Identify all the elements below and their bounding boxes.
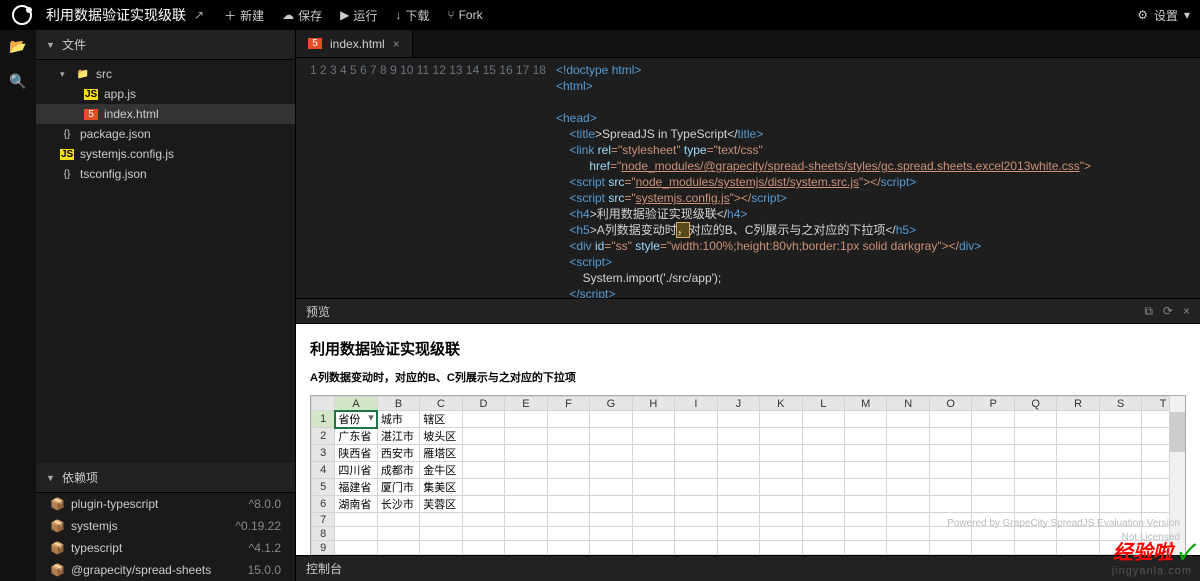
save-button[interactable]: ☁保存 (282, 7, 322, 24)
dep-version: 15.0.0 (248, 563, 281, 577)
settings-menu[interactable]: ⚙ 设置 ▾ (1137, 7, 1190, 24)
console-header[interactable]: 控制台 (296, 555, 1200, 581)
activity-bar: 📂 🔍 (0, 30, 36, 581)
file-systemjs-config-label: systemjs.config.js (80, 147, 174, 161)
scrollbar-thumb[interactable] (1170, 412, 1185, 452)
refresh-icon[interactable]: ⟳ (1163, 304, 1173, 319)
code-editor[interactable]: 1 2 3 4 5 6 7 8 9 10 11 12 13 14 15 16 1… (296, 58, 1200, 298)
preview-label: 预览 (306, 303, 330, 320)
preview-body: 利用数据验证实现级联 A列数据变动时，对应的B、C列展示与之对应的下拉项 ABC… (296, 324, 1200, 555)
file-app-js-label: app.js (104, 87, 136, 101)
logo-icon (10, 3, 34, 27)
eval-line2: Not Licensed (947, 531, 1180, 545)
tab-close-icon[interactable]: × (393, 37, 400, 51)
fork-button[interactable]: ⑂Fork (447, 7, 482, 24)
settings-label: 设置 (1154, 7, 1178, 24)
tab-index-html[interactable]: 5index.html× (296, 30, 413, 57)
download-button[interactable]: ↓下载 (395, 7, 429, 24)
preview-subheading: A列数据变动时，对应的B、C列展示与之对应的下拉项 (310, 369, 1186, 385)
editor-tabs: 5index.html× (296, 30, 1200, 58)
run-button[interactable]: ▶运行 (340, 7, 377, 24)
dep-name: systemjs (71, 519, 118, 533)
run-label: 运行 (353, 7, 377, 24)
new-label: 新建 (240, 7, 264, 24)
file-tsconfig-json-label: tsconfig.json (80, 167, 147, 181)
file-tree: ▾📁src JSapp.js 5index.html {}package.jso… (36, 60, 295, 188)
preview-tools: ⧉ ⟳ × (1144, 304, 1190, 319)
folder-src[interactable]: ▾📁src (36, 64, 295, 84)
dep-version: ^4.1.2 (249, 541, 281, 555)
external-link-icon[interactable]: ↗ (194, 8, 204, 22)
file-index-html-label: index.html (104, 107, 159, 121)
file-index-html[interactable]: 5index.html (36, 104, 295, 124)
code-body[interactable]: <!doctype html> <html> <head> <title>Spr… (556, 58, 1091, 298)
console-label: 控制台 (306, 560, 342, 577)
open-new-window-icon[interactable]: ⧉ (1144, 304, 1153, 319)
tab-label: index.html (330, 37, 385, 51)
dep-typescript[interactable]: 📦typescript^4.1.2 (36, 537, 295, 559)
dep-plugin-typescript[interactable]: 📦plugin-typescript^8.0.0 (36, 493, 295, 515)
close-preview-icon[interactable]: × (1183, 304, 1190, 319)
dep-systemjs[interactable]: 📦systemjs^0.19.22 (36, 515, 295, 537)
new-button[interactable]: ＋新建 (224, 7, 264, 24)
download-label: 下载 (405, 7, 429, 24)
evaluation-watermark: Powered by GrapeCity SpreadJS Evaluation… (947, 517, 1180, 545)
dep-version: ^0.19.22 (235, 519, 281, 533)
deps-panel-header[interactable]: ▼依赖项 (36, 463, 295, 493)
top-actions: ＋新建 ☁保存 ▶运行 ↓下载 ⑂Fork (224, 7, 483, 24)
fork-label: Fork (459, 8, 483, 22)
preview-header: 预览 ⧉ ⟳ × (296, 298, 1200, 324)
save-label: 保存 (298, 7, 322, 24)
dep-version: ^8.0.0 (249, 497, 281, 511)
eval-line1: Powered by GrapeCity SpreadJS Evaluation… (947, 517, 1180, 531)
file-package-json[interactable]: {}package.json (36, 124, 295, 144)
deps-panel-label: 依赖项 (62, 469, 98, 486)
content-area: 5index.html× 1 2 3 4 5 6 7 8 9 10 11 12 … (296, 30, 1200, 581)
folder-src-label: src (96, 67, 112, 81)
files-panel-label: 文件 (62, 36, 86, 53)
file-app-js[interactable]: JSapp.js (36, 84, 295, 104)
file-tsconfig-json[interactable]: {}tsconfig.json (36, 164, 295, 184)
dep-spread-sheets[interactable]: 📦@grapecity/spread-sheets15.0.0 (36, 559, 295, 581)
preview-heading: 利用数据验证实现级联 (310, 338, 1186, 359)
sidebar: ▼文件 ▾📁src JSapp.js 5index.html {}package… (36, 30, 296, 581)
line-gutter: 1 2 3 4 5 6 7 8 9 10 11 12 13 14 15 16 1… (296, 58, 556, 298)
search-tab-icon[interactable]: 🔍 (9, 73, 26, 90)
file-systemjs-config[interactable]: JSsystemjs.config.js (36, 144, 295, 164)
file-package-json-label: package.json (80, 127, 151, 141)
project-title: 利用数据验证实现级联 (46, 5, 186, 25)
top-bar: 利用数据验证实现级联 ↗ ＋新建 ☁保存 ▶运行 ↓下载 ⑂Fork ⚙ 设置 … (0, 0, 1200, 30)
files-tab-icon[interactable]: 📂 (9, 38, 26, 55)
files-panel-header[interactable]: ▼文件 (36, 30, 295, 60)
dependencies-panel: ▼依赖项 📦plugin-typescript^8.0.0 📦systemjs^… (36, 463, 295, 581)
dep-name: plugin-typescript (71, 497, 158, 511)
dep-name: typescript (71, 541, 122, 555)
main-area: 📂 🔍 ▼文件 ▾📁src JSapp.js 5index.html {}pac… (0, 30, 1200, 581)
dep-name: @grapecity/spread-sheets (71, 563, 211, 577)
